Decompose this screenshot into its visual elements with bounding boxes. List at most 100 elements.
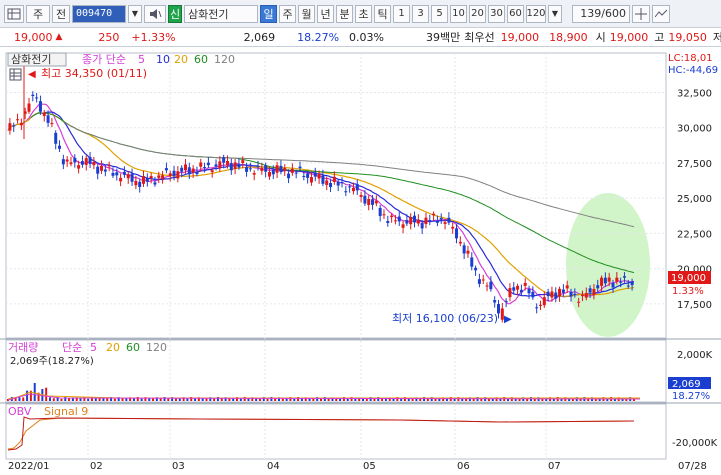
x-tick-label: 02 [90,461,103,472]
period-day-button[interactable]: 일 [260,4,277,23]
data-count-total: /600 [601,7,626,20]
candle-body [393,220,397,222]
candle-body [313,172,317,177]
period-second-button[interactable]: 초 [355,4,372,23]
crosshair-icon[interactable] [632,4,650,23]
y-tick-label: 27,500 [677,159,712,170]
candle-body [149,175,153,179]
x-tick-label: 07/28 [678,461,707,472]
volume-bar [373,398,376,401]
volume-bar [52,398,55,401]
candle-body [600,277,604,286]
candle-body [432,213,436,216]
period-month-button[interactable]: 월 [298,4,315,23]
volume-bar [426,398,429,401]
candle-body [19,122,23,126]
period-week-button[interactable]: 주 [279,4,296,23]
candle-body [309,177,313,183]
high-value: 19,050 [668,30,707,44]
candle-body [119,177,123,182]
candle-body [344,191,348,193]
candle-body [351,187,355,192]
stock-chart[interactable]: 32,50030,00027,50025,00022,50020,00017,5… [0,47,721,472]
interval-120-button[interactable]: 120 [526,4,546,23]
volume-bar [87,398,90,401]
market-select[interactable]: 주 [26,4,50,23]
period-year-button[interactable]: 년 [317,4,334,23]
candle-body [374,200,378,204]
speaker-icon[interactable] [144,4,166,23]
candle-body [241,160,245,163]
candle-body [248,168,252,170]
line-tool-icon[interactable] [652,4,670,23]
best-bid-label: 최우선 [464,31,495,44]
interval-3-button[interactable]: 3 [412,4,429,23]
data-count-input[interactable]: 139/600 [572,4,630,23]
volume-bar [26,390,29,401]
candle-body [329,183,333,188]
candle-body [420,222,424,229]
candle-body [474,267,478,271]
volume-bar [33,383,36,401]
candle-body [413,215,417,223]
candle-body [481,279,485,281]
price-change-pct: +1.33% [131,30,176,44]
y-tick-label: 25,000 [677,194,712,205]
candle-body [382,214,386,216]
stock-code-input[interactable]: 009470 [72,4,126,23]
interval-5-button[interactable]: 5 [431,4,448,23]
x-axis-ticks: 2022/01 02 03 04 05 06 07 07/28 [8,461,707,472]
arrow-right-icon: ▶ [504,314,512,325]
interval-dropdown-button[interactable]: ▼ [548,4,562,23]
interval-1-button[interactable]: 1 [393,4,410,23]
candle-body [424,217,428,224]
candle-body [405,220,409,224]
candle-body [199,162,203,167]
y-tick-label: 32,500 [677,89,712,100]
volume-value: 2,069 [243,30,276,44]
volume-bar [22,397,25,401]
interval-20-button[interactable]: 20 [469,4,486,23]
chart-area[interactable]: 32,500 30,000 27,500 25,000 22,500 20,000 17,5… [0,47,721,472]
candle-body [122,171,126,175]
period-tick-button[interactable]: 틱 [374,4,391,23]
x-tick-label: 03 [172,461,185,472]
candle-body [321,175,325,184]
candle-body [546,291,550,297]
candle-body [225,160,229,166]
volume-value-note: 2,069주(18.27%) [10,356,94,367]
candle-body [153,182,157,185]
candle-body [561,289,565,293]
interval-10-button[interactable]: 10 [450,4,467,23]
candle-body [367,198,371,206]
volume-bar [79,398,82,401]
candle-body [588,288,592,293]
volume-bar [293,398,296,401]
candle-body [409,217,413,225]
candle-body [164,168,168,171]
candle-body [256,165,260,167]
period-minute-button[interactable]: 분 [336,4,353,23]
candle-body [31,94,35,96]
candle-body [542,297,546,306]
candle-body [332,176,336,182]
interval-30-button[interactable]: 30 [488,4,505,23]
turnover-value: 18.27% [297,30,340,44]
best-ask-value: 19,000 [500,30,540,44]
prev-button[interactable]: 전 [52,4,70,23]
candle-body [607,277,611,282]
obv-y-tick: -20,000K [672,438,718,449]
stock-name-box[interactable]: 삼화전기 [184,4,258,23]
obv-panel [5,403,667,460]
candle-body [355,184,359,191]
code-dropdown-button[interactable]: ▼ [128,4,142,23]
volume-bar [220,398,223,401]
ma60-label: 60 [194,53,208,66]
interval-60-button[interactable]: 60 [507,4,524,23]
volume-title: 거래량 [8,341,38,354]
candle-body [38,101,42,112]
table-icon[interactable] [9,68,22,81]
candle-body [371,199,375,205]
grid-icon[interactable] [4,4,24,23]
candle-body [229,163,233,171]
